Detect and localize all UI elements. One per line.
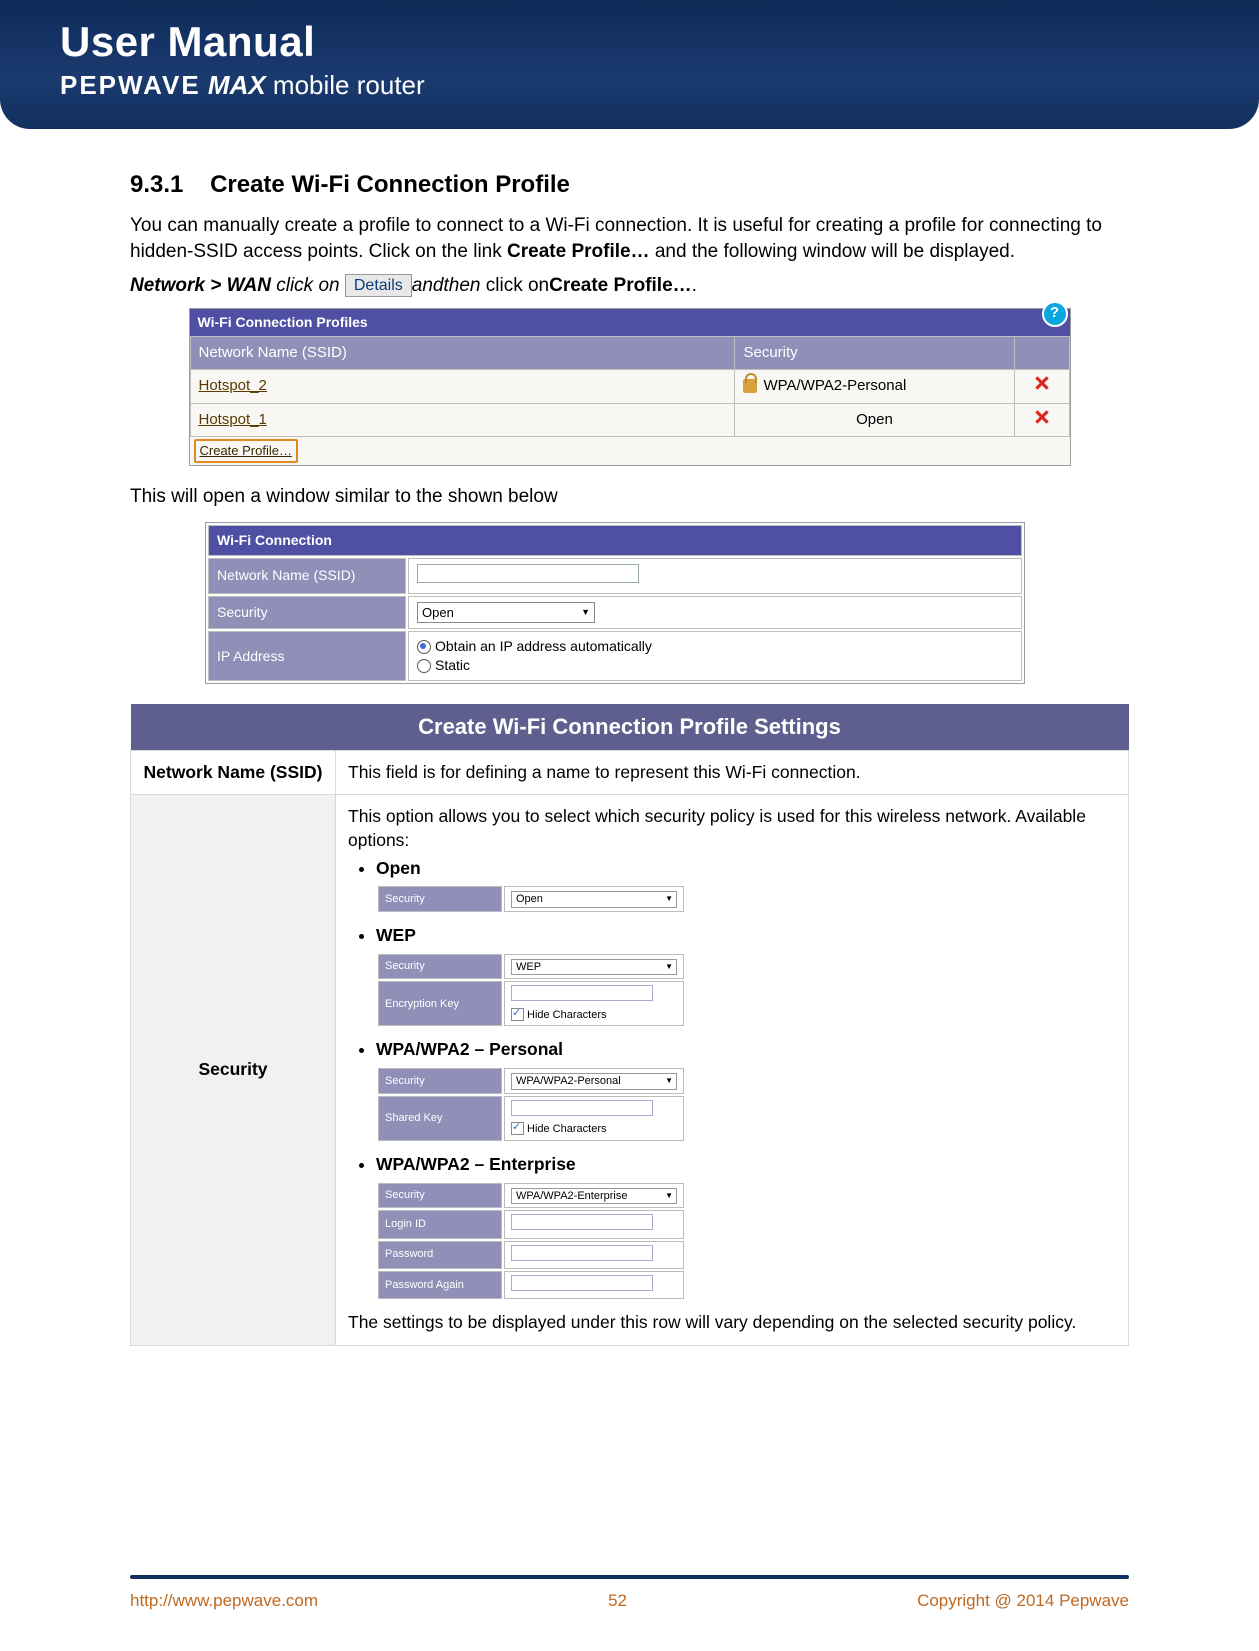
- setting-desc-ssid: This field is for defining a name to rep…: [336, 750, 1129, 795]
- ssid-label: Network Name (SSID): [208, 558, 406, 594]
- login-id-input[interactable]: [511, 1214, 653, 1230]
- profile-settings-table: Create Wi-Fi Connection Profile Settings…: [130, 704, 1129, 1346]
- setting-desc-security: This option allows you to select which s…: [336, 795, 1129, 1345]
- ip-address-label: IP Address: [208, 631, 406, 681]
- section-heading: 9.3.1 Create Wi-Fi Connection Profile: [130, 169, 1129, 201]
- footer-copyright: Copyright @ 2014 Pepwave: [917, 1591, 1129, 1611]
- hide-chars-checkbox[interactable]: [511, 1008, 524, 1021]
- settings-table-header: Create Wi-Fi Connection Profile Settings: [131, 704, 1129, 750]
- inner-screenshot-wpa-enterprise: Security WPA/WPA2-Enterprise Login ID Pa…: [376, 1181, 686, 1301]
- section-number: 9.3.1: [130, 169, 183, 201]
- section-title: Create Wi-Fi Connection Profile: [210, 171, 570, 198]
- shared-key-input[interactable]: [511, 1100, 653, 1116]
- profile-row: Hotspot_2 WPA/WPA2-Personal: [190, 370, 1069, 403]
- encryption-key-input[interactable]: [511, 985, 653, 1001]
- delete-icon[interactable]: [1035, 377, 1049, 394]
- screenshot-wifi-profiles: Wi-Fi Connection Profiles ? Network Name…: [189, 308, 1071, 466]
- ip-static-radio[interactable]: [417, 659, 431, 673]
- inner-screenshot-open: Security Open: [376, 884, 686, 914]
- page-header-banner: User Manual PEPWAVE MAX mobile router: [0, 0, 1259, 129]
- help-icon[interactable]: ?: [1042, 301, 1068, 327]
- ssid-input[interactable]: [417, 564, 639, 583]
- wifi-profiles-header: Wi-Fi Connection Profiles ?: [190, 309, 1070, 336]
- setting-name-security: Security: [131, 795, 336, 1345]
- inner-screenshot-wep: Security WEP Encryption Key Hide Charact…: [376, 952, 686, 1029]
- inner-screenshot-wpa-personal: Security WPA/WPA2-Personal Shared Key Hi…: [376, 1066, 686, 1143]
- security-select[interactable]: Open: [417, 602, 595, 624]
- create-profile-link[interactable]: Create Profile…: [198, 441, 294, 461]
- footer-url: http://www.pepwave.com: [130, 1591, 318, 1611]
- page-footer: http://www.pepwave.com Copyright @ 2014 …: [0, 1575, 1259, 1611]
- security-select-open[interactable]: Open: [511, 891, 677, 908]
- table-header-row: Network Name (SSID) Security: [190, 337, 1069, 370]
- delete-icon[interactable]: [1035, 411, 1049, 428]
- security-select-wep[interactable]: WEP: [511, 959, 677, 976]
- manual-subtitle: PEPWAVE MAX mobile router: [60, 70, 1229, 101]
- lock-icon: [743, 379, 757, 393]
- setting-name-ssid: Network Name (SSID): [131, 750, 336, 795]
- profile-row: Hotspot_1 Open: [190, 403, 1069, 436]
- ssid-link[interactable]: Hotspot_1: [199, 411, 267, 428]
- ssid-link[interactable]: Hotspot_2: [199, 377, 267, 394]
- ip-auto-radio[interactable]: [417, 640, 431, 654]
- hide-chars-checkbox[interactable]: [511, 1122, 524, 1135]
- wifi-connection-header: Wi-Fi Connection: [208, 525, 1022, 556]
- password-input[interactable]: [511, 1245, 653, 1261]
- mid-text: This will open a window similar to the s…: [130, 484, 1129, 510]
- security-select-wpap[interactable]: WPA/WPA2-Personal: [511, 1073, 677, 1090]
- manual-title: User Manual: [60, 18, 1229, 66]
- password-again-input[interactable]: [511, 1275, 653, 1291]
- nav-instruction: Network > WAN click on Detailsandthen cl…: [130, 273, 1129, 299]
- security-label: Security: [208, 596, 406, 630]
- intro-paragraph: You can manually create a profile to con…: [130, 213, 1129, 264]
- security-select-wpae[interactable]: WPA/WPA2-Enterprise: [511, 1188, 677, 1205]
- details-button[interactable]: Details: [345, 274, 412, 298]
- screenshot-wifi-connection-form: Wi-Fi Connection Network Name (SSID) Sec…: [205, 522, 1025, 684]
